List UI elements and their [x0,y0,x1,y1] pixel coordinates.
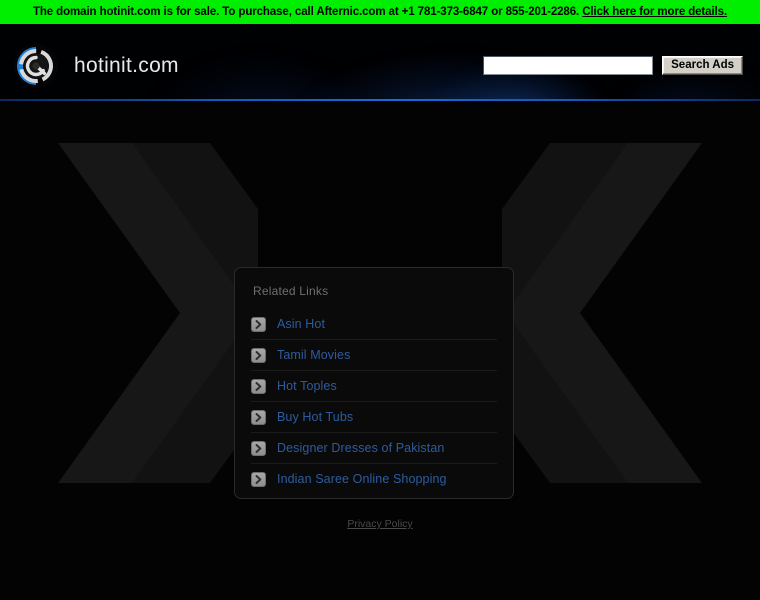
circular-shutter-logo-icon [14,44,58,88]
banner-message: The domain hotinit.com is for sale. To p… [32,6,583,18]
banner-details-link[interactable]: Click here for more details. [582,6,727,18]
header-glow-left [150,58,360,101]
search-area: Search Ads [483,56,743,75]
chevron-right-icon [251,409,266,425]
list-item[interactable]: Tamil Movies [251,340,497,371]
brand-domain-name: hotinit.com [74,54,179,77]
list-item[interactable]: Indian Saree Online Shopping [251,464,497,494]
search-input[interactable] [483,56,654,75]
related-link-label[interactable]: Hot Toples [277,379,337,393]
chevron-right-icon [251,378,266,394]
brand-area: hotinit.com [14,44,179,88]
related-links-title: Related Links [253,284,329,298]
domain-sale-banner: The domain hotinit.com is for sale. To p… [0,0,760,24]
chevron-left-decorative-icon [502,143,702,483]
chevron-right-icon [251,471,266,487]
related-link-label[interactable]: Buy Hot Tubs [277,410,353,424]
list-item[interactable]: Designer Dresses of Pakistan [251,433,497,464]
list-item[interactable]: Hot Toples [251,371,497,402]
chevron-right-icon [251,347,266,363]
chevron-right-decorative-icon [58,143,258,483]
related-link-label[interactable]: Asin Hot [277,317,325,331]
related-links-list: Asin Hot Tamil Movies Hot Toples Buy Hot… [251,309,497,494]
chevron-right-icon [251,440,266,456]
list-item[interactable]: Buy Hot Tubs [251,402,497,433]
banner-text: The domain hotinit.com is for sale. To p… [33,6,727,18]
related-links-panel: Related Links Asin Hot Tamil Movies Hot … [234,267,514,499]
search-ads-button[interactable]: Search Ads [662,56,743,75]
chevron-right-icon [251,316,266,332]
list-item[interactable]: Asin Hot [251,309,497,340]
related-link-label[interactable]: Designer Dresses of Pakistan [277,441,444,455]
related-link-label[interactable]: Indian Saree Online Shopping [277,472,447,486]
footer: Privacy Policy [0,514,760,532]
privacy-policy-link[interactable]: Privacy Policy [347,518,412,530]
related-link-label[interactable]: Tamil Movies [277,348,350,362]
